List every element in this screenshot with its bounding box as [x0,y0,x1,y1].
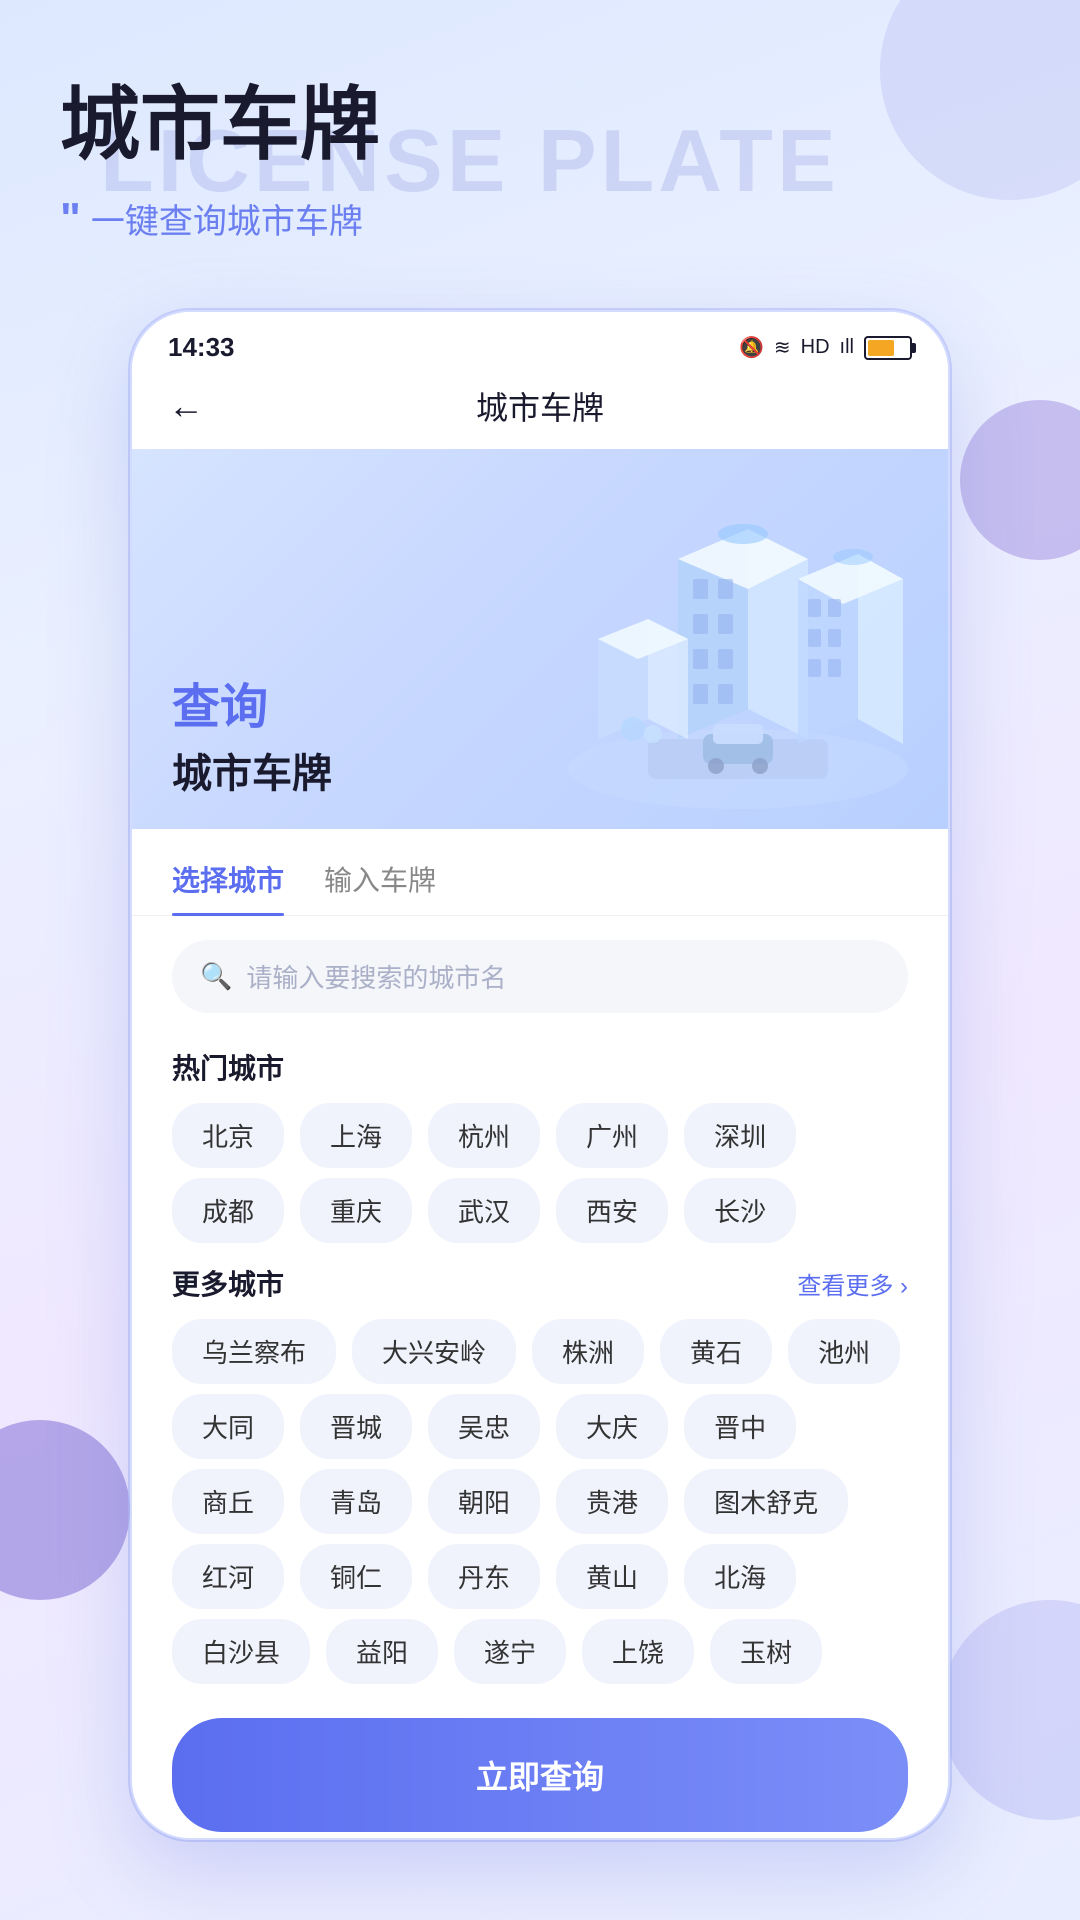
phone-mockup: 14:33 🔕 ≋ HD ıll ← 城市车牌 查询 城市车牌 [130,310,950,1840]
status-bar: 14:33 🔕 ≋ HD ıll [132,312,948,373]
city-tag-huangshi[interactable]: 黄石 [660,1319,772,1384]
signal-icon: ıll [840,336,854,359]
hot-cities-title: 热门城市 [172,1047,284,1087]
nav-title: 城市车牌 [204,383,876,429]
city-tag-daxinganling[interactable]: 大兴安岭 [352,1319,516,1384]
page-header: LICENSE PLATE 城市车牌 " 一键查询城市车牌 [60,60,380,243]
status-time: 14:33 [168,332,235,363]
search-bar[interactable]: 🔍 请输入要搜索的城市名 [172,940,908,1013]
city-tag-honghe[interactable]: 红河 [172,1544,284,1609]
more-cities-row-5: 白沙县 益阳 遂宁 上饶 玉树 [132,1619,948,1684]
city-tag-daqing[interactable]: 大庆 [556,1394,668,1459]
city-tag-wuhan[interactable]: 武汉 [428,1178,540,1243]
city-tag-xian[interactable]: 西安 [556,1178,668,1243]
quote-icon: " [60,197,81,241]
city-tag-changsha[interactable]: 长沙 [684,1178,796,1243]
wifi-icon: ≋ [774,335,791,360]
hd-label: HD [801,336,830,359]
city-tag-guangzhou[interactable]: 广州 [556,1103,668,1168]
tab-select-city[interactable]: 选择城市 [172,859,284,915]
bg-circle-left-low [0,1420,130,1600]
subtitle-text: 一键查询城市车牌 [91,194,363,243]
content-area: 选择城市 输入车牌 🔍 请输入要搜索的城市名 热门城市 北京 上海 杭州 广州 … [132,829,948,1840]
city-tag-yushu[interactable]: 玉树 [710,1619,822,1684]
city-tag-shangqiu[interactable]: 商丘 [172,1469,284,1534]
city-tag-jincheng[interactable]: 晋城 [300,1394,412,1459]
city-tag-chaoyang[interactable]: 朝阳 [428,1469,540,1534]
bg-circle-top-right [880,0,1080,200]
bottom-btn-area: 立即查询 [132,1694,948,1840]
more-cities-row-3: 商丘 青岛 朝阳 贵港 图木舒克 [132,1469,948,1534]
search-placeholder-text: 请输入要搜索的城市名 [246,958,506,995]
city-tag-guigang[interactable]: 贵港 [556,1469,668,1534]
city-tag-chengdu[interactable]: 成都 [172,1178,284,1243]
more-cities-row-1: 乌兰察布 大兴安岭 株洲 黄石 池州 [132,1319,948,1384]
city-tag-hangzhou[interactable]: 杭州 [428,1103,540,1168]
query-button[interactable]: 立即查询 [172,1718,908,1832]
city-tag-beijing[interactable]: 北京 [172,1103,284,1168]
hot-cities-row-2: 成都 重庆 武汉 西安 长沙 [132,1178,948,1243]
hero-text-block: 查询 城市车牌 [172,667,332,799]
more-cities-header: 更多城市 查看更多 › [132,1253,948,1319]
city-tag-chongqing[interactable]: 重庆 [300,1178,412,1243]
city-tag-shenzhen[interactable]: 深圳 [684,1103,796,1168]
city-tag-shanghai[interactable]: 上海 [300,1103,412,1168]
tab-enter-plate[interactable]: 输入车牌 [324,859,436,915]
bg-circle-bottom-right [940,1600,1080,1820]
hero-subtitle: 城市车牌 [172,741,332,799]
battery-fill [868,340,894,356]
city-tag-suining[interactable]: 遂宁 [454,1619,566,1684]
city-tag-baishaian[interactable]: 白沙县 [172,1619,310,1684]
battery-icon [864,336,912,360]
bg-circle-right-mid [960,400,1080,560]
tabs-row: 选择城市 输入车牌 [132,829,948,916]
city-tag-wulanchabu[interactable]: 乌兰察布 [172,1319,336,1384]
city-tag-shangrao[interactable]: 上饶 [582,1619,694,1684]
silent-icon: 🔕 [739,335,764,360]
city-tag-yiyang[interactable]: 益阳 [326,1619,438,1684]
city-tag-datong[interactable]: 大同 [172,1394,284,1459]
hero-query-label: 查询 [172,667,332,737]
main-title: 城市车牌 [60,60,380,176]
back-button[interactable]: ← [168,385,204,427]
city-tag-huangshan[interactable]: 黄山 [556,1544,668,1609]
city-illustration [548,479,928,819]
city-tag-qingdao[interactable]: 青岛 [300,1469,412,1534]
subtitle-row: " 一键查询城市车牌 [60,194,380,243]
hot-cities-row-1: 北京 上海 杭州 广州 深圳 [132,1103,948,1168]
city-tag-beihai[interactable]: 北海 [684,1544,796,1609]
more-cities-link[interactable]: 查看更多 › [797,1266,908,1301]
city-tag-tongren[interactable]: 铜仁 [300,1544,412,1609]
hot-cities-header: 热门城市 [132,1037,948,1103]
more-cities-row-2: 大同 晋城 吴忠 大庆 晋中 [132,1394,948,1459]
more-cities-row-4: 红河 铜仁 丹东 黄山 北海 [132,1544,948,1609]
city-tag-dandong[interactable]: 丹东 [428,1544,540,1609]
nav-bar: ← 城市车牌 [132,373,948,449]
city-tag-tumushuke[interactable]: 图木舒克 [684,1469,848,1534]
hero-section: 查询 城市车牌 [132,449,948,829]
city-tag-zhuzhou[interactable]: 株洲 [532,1319,644,1384]
search-icon: 🔍 [200,961,232,992]
city-tag-wuzhong[interactable]: 吴忠 [428,1394,540,1459]
more-cities-title: 更多城市 [172,1263,284,1303]
status-icons: 🔕 ≋ HD ıll [739,335,912,360]
city-tag-jinzhong[interactable]: 晋中 [684,1394,796,1459]
city-tag-chizhou[interactable]: 池州 [788,1319,900,1384]
